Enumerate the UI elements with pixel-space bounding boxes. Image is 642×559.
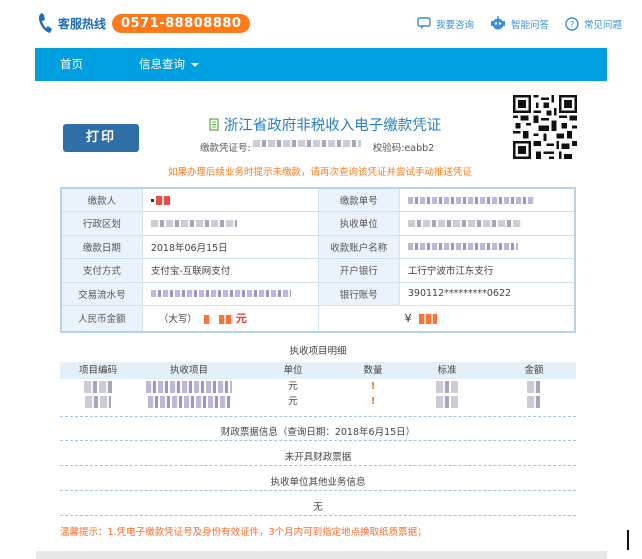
items-table-body: 元 元 ! ! <box>60 381 576 412</box>
item-qty-row-1: ! <box>370 381 376 392</box>
question-circle-icon: ? <box>565 16 579 31</box>
item-name-cells <box>136 381 242 412</box>
info-row-amount: 人民币金额 （大写） 元 ¥ <box>60 305 576 332</box>
document-icon <box>209 118 219 131</box>
svg-text:?: ? <box>570 20 575 30</box>
col-item-name: 执收项目 <box>169 365 208 376</box>
push-notice: 如果办理后续业务时提示未缴款，请再次查询该凭证并尝试手动推送凭证 <box>167 167 472 178</box>
payment-method-label: 支付方式 <box>60 258 143 283</box>
footer-rule <box>36 551 607 559</box>
cursor-mark <box>627 530 629 550</box>
payment-no-value <box>398 187 576 212</box>
item-code-cells <box>60 381 136 412</box>
top-links: 我要咨询 智能问答 ? 常见问题 <box>401 16 622 31</box>
divider <box>60 465 576 466</box>
amount-daxie-label: （大写） <box>158 314 197 326</box>
region-value <box>141 211 319 236</box>
payer-label: 缴款人 <box>60 187 143 212</box>
nav-info-query[interactable]: 信息查询 <box>139 48 199 81</box>
consult-link[interactable]: 我要咨询 <box>417 17 474 31</box>
hotline-label: 客服热线 <box>58 16 107 31</box>
item-unit-cells: 元 元 <box>242 381 344 412</box>
qr-code-image <box>513 95 577 159</box>
faq-link[interactable]: ? 常见问题 <box>565 16 622 31</box>
phone-icon <box>38 13 52 33</box>
bank-value: 工行宁波市江东支行 <box>398 258 576 283</box>
collector-value <box>398 211 576 236</box>
col-unit: 单位 <box>283 365 303 376</box>
collector-label: 执收单位 <box>317 211 400 236</box>
divider <box>60 490 576 491</box>
item-amount-cells <box>492 381 576 412</box>
region-label: 行政区划 <box>60 211 143 236</box>
customer-hotline: 客服热线 0571-88808880 <box>36 11 251 35</box>
divider <box>60 515 576 516</box>
voucher-title-text: 浙江省政府非税收入电子缴款凭证 <box>223 118 442 134</box>
smart-qa-link-label: 智能问答 <box>510 19 549 31</box>
item-standard-cells <box>402 381 492 412</box>
item-unit-row-2: 元 <box>288 396 298 407</box>
nav-info-query-label: 信息查询 <box>139 57 185 71</box>
payment-date-label: 缴款日期 <box>60 234 143 259</box>
finance-receipt-title: 财政票据信息（查询日期：2018年6月15日） <box>220 427 416 438</box>
divider <box>60 416 576 417</box>
nav-home[interactable]: 首页 <box>60 48 83 81</box>
serial-no-label: 交易流水号 <box>60 281 143 306</box>
finance-receipt-status: 未开具财政票据 <box>284 452 352 463</box>
info-row-payer: 缴款人 缴款单号 <box>60 187 576 212</box>
col-quantity: 数量 <box>363 365 383 376</box>
items-table-header: 项目编码 执收项目 单位 数量 标准 金额 <box>60 362 576 379</box>
other-info-title: 执收单位其他业务信息 <box>270 477 366 488</box>
items-section-title: 执收项目明细 <box>289 346 347 357</box>
hotline-number: 0571-88808880 <box>112 13 251 33</box>
bank-label: 开户银行 <box>317 258 400 283</box>
voucher-subline: 缴款凭证号: 校验码:eabb2 <box>200 140 500 154</box>
payee-account-name-value <box>398 234 576 259</box>
print-button[interactable]: 打印 <box>63 124 139 152</box>
info-row-serial: 交易流水号 银行账号 390112*********0622 <box>60 281 576 306</box>
item-qty-row-2: ! <box>370 396 376 407</box>
info-row-region: 行政区划 执收单位 <box>60 211 576 236</box>
amount-label: 人民币金额 <box>60 305 143 332</box>
bank-account-label: 银行账号 <box>317 281 400 306</box>
info-row-method: 支付方式 支付宝-互联网支付 开户银行 工行宁波市江东支行 <box>60 258 576 283</box>
payment-info-table: 缴款人 缴款单号 行政区划 执收单位 缴款日期 2018年06月15日 收款账户… <box>60 187 576 333</box>
check-code: 校验码:eabb2 <box>372 143 435 154</box>
cert-no-label: 缴款凭证号: <box>200 143 251 154</box>
smart-qa-link[interactable]: 智能问答 <box>490 16 549 31</box>
top-bar: 客服热线 0571-88808880 我要咨询 智能问答 ? 常见问题 <box>0 0 642 48</box>
payment-no-label: 缴款单号 <box>317 187 400 212</box>
payee-account-name-label: 收款账户名称 <box>317 234 400 259</box>
chat-bubble-icon <box>417 17 431 29</box>
payment-method-value: 支付宝-互联网支付 <box>141 258 319 283</box>
chevron-down-icon <box>191 62 199 67</box>
consult-link-label: 我要咨询 <box>435 19 474 31</box>
amount-daxie: （大写） 元 <box>141 305 319 332</box>
col-item-code: 项目编码 <box>78 365 117 376</box>
faq-link-label: 常见问题 <box>583 19 622 31</box>
yen-sign: ¥ <box>404 311 412 325</box>
info-row-date: 缴款日期 2018年06月15日 收款账户名称 <box>60 234 576 259</box>
amount-number: ¥ <box>317 305 576 332</box>
col-amount: 金额 <box>524 365 544 376</box>
divider <box>60 440 576 441</box>
payment-date-value: 2018年06月15日 <box>141 234 319 259</box>
cert-no-redacted <box>252 140 361 147</box>
main-nav: 首页 信息查询 <box>35 48 607 81</box>
col-standard: 标准 <box>437 365 457 376</box>
warm-tip: 温馨提示：1.凭电子缴款凭证号及身份有效证件，3个月内可到指定地点换取纸质票据； <box>60 527 427 538</box>
bank-account-value: 390112*********0622 <box>398 281 576 306</box>
item-qty-cells: ! ! <box>344 381 402 412</box>
robot-icon <box>490 16 505 30</box>
other-info-value: 无 <box>313 502 323 513</box>
serial-no-value <box>141 281 319 306</box>
amount-unit: 元 <box>235 312 247 326</box>
payer-value <box>141 187 319 212</box>
voucher-title: 浙江省政府非税收入电子缴款凭证 <box>195 114 455 135</box>
item-unit-row-1: 元 <box>288 381 298 392</box>
